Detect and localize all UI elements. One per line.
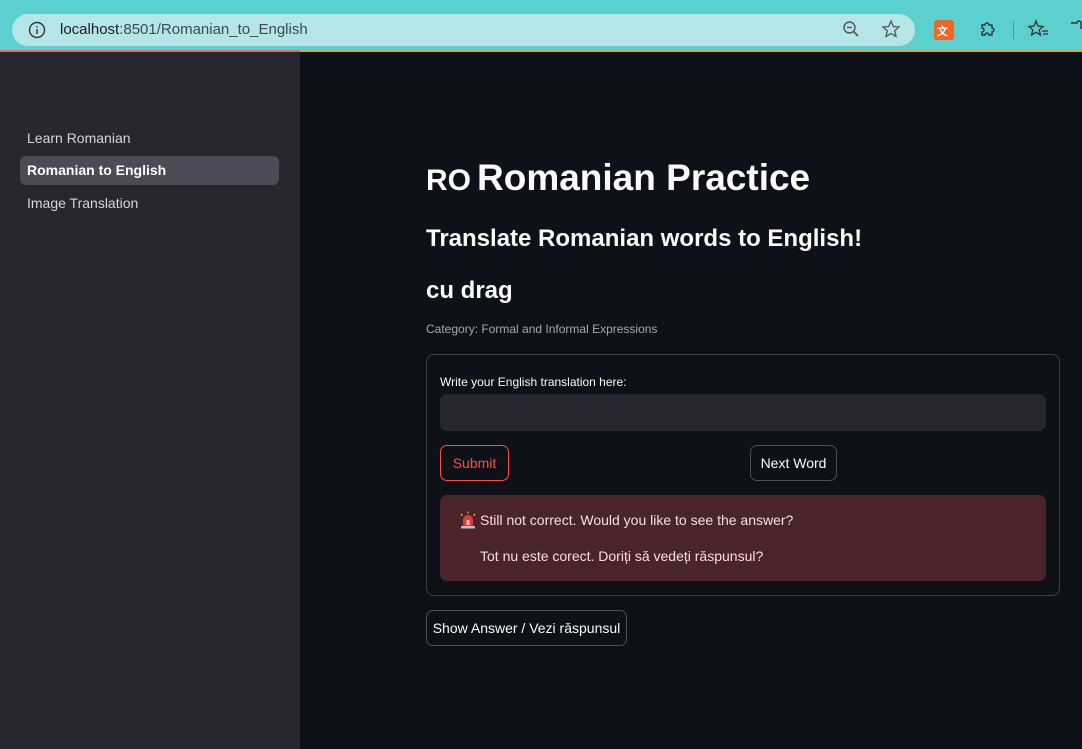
info-icon[interactable] bbox=[28, 21, 46, 39]
extensions-puzzle-icon[interactable] bbox=[978, 19, 998, 39]
sidebar-item-learn-romanian[interactable]: Learn Romanian bbox=[20, 124, 279, 153]
zoom-out-icon[interactable] bbox=[842, 20, 860, 38]
toolbar-separator bbox=[1013, 21, 1014, 39]
sidebar: Learn Romanian Romanian to English Image… bbox=[0, 52, 300, 749]
siren-icon bbox=[460, 511, 476, 529]
romania-flag-icon: RO bbox=[426, 164, 471, 197]
page-title-text: Romanian Practice bbox=[477, 157, 811, 198]
page-subtitle: Translate Romanian words to English! bbox=[426, 225, 863, 252]
profile-icon[interactable] bbox=[1068, 19, 1082, 39]
submit-button[interactable]: Submit bbox=[440, 445, 509, 481]
show-answer-button[interactable]: Show Answer / Vezi răspunsul bbox=[426, 610, 627, 646]
browser-toolbar: localhost:8501/Romanian_to_English 文 bbox=[0, 0, 1082, 52]
url-host: localhost bbox=[60, 21, 120, 38]
translation-form: Write your English translation here: Sub… bbox=[426, 354, 1060, 596]
url-text[interactable]: localhost:8501/Romanian_to_English bbox=[60, 21, 308, 39]
current-word: cu drag bbox=[426, 277, 513, 304]
url-path: :8501/Romanian_to_English bbox=[119, 21, 308, 38]
favorite-star-icon[interactable] bbox=[881, 19, 901, 39]
page-title: RO Romanian Practice bbox=[426, 156, 810, 203]
favorites-icon[interactable] bbox=[1027, 19, 1049, 39]
word-category: Category: Formal and Informal Expression… bbox=[426, 322, 658, 336]
translation-input-label: Write your English translation here: bbox=[440, 375, 627, 389]
svg-text:文: 文 bbox=[937, 24, 949, 38]
sidebar-item-romanian-to-english[interactable]: Romanian to English bbox=[20, 156, 279, 185]
error-alert: Still not correct. Would you like to see… bbox=[440, 495, 1046, 581]
alert-message-romanian: Tot nu este corect. Doriți să vedeți răs… bbox=[480, 548, 764, 564]
next-word-button[interactable]: Next Word bbox=[750, 445, 837, 481]
translation-input[interactable] bbox=[440, 394, 1046, 431]
sidebar-item-image-translation[interactable]: Image Translation bbox=[20, 189, 279, 218]
alert-message-english: Still not correct. Would you like to see… bbox=[480, 512, 794, 528]
extension-translate-icon[interactable]: 文 bbox=[934, 20, 954, 40]
main-content: RO Romanian Practice Translate Romanian w… bbox=[300, 52, 1082, 749]
